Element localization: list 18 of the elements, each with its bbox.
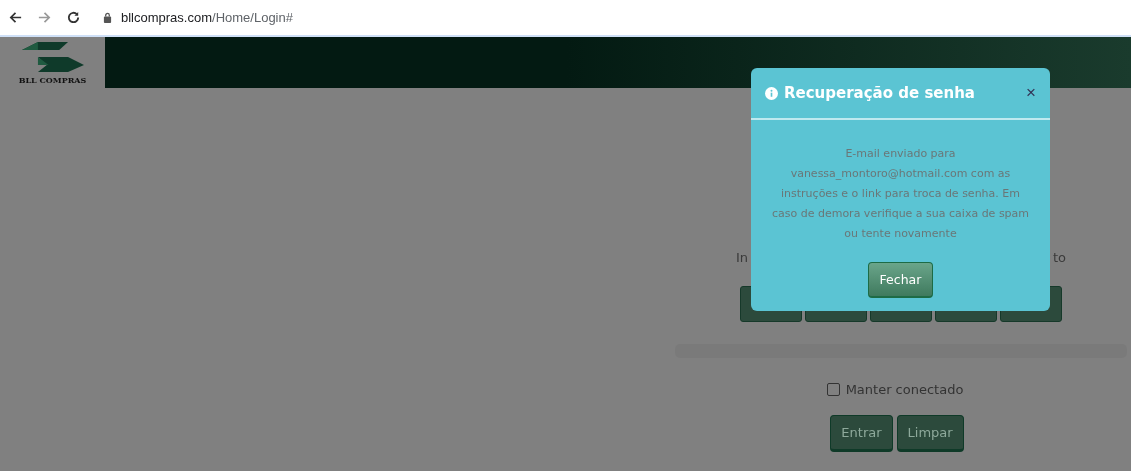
back-arrow-icon[interactable] bbox=[8, 10, 23, 25]
url-text: bllcompras.com/Home/Login# bbox=[121, 10, 293, 25]
logo-arrows-icon bbox=[21, 41, 84, 73]
close-button[interactable]: × bbox=[1026, 83, 1036, 103]
modal-message: E-mail enviado para vanessa_montoro@hotmail.com com as instruções e o link para troca de senha. Em caso de demora verifique a sua caixa de spam ou tente novamente bbox=[770, 146, 1031, 242]
login-button[interactable]: Entrar bbox=[830, 415, 893, 452]
checkbox-label: Manter conectado bbox=[845, 382, 964, 397]
label-fragment: to bbox=[1052, 250, 1066, 265]
login-button[interactable]: Limpar bbox=[896, 415, 964, 452]
lock-icon bbox=[103, 12, 112, 23]
reload-icon[interactable] bbox=[66, 10, 81, 25]
forward-arrow-icon[interactable] bbox=[37, 10, 52, 25]
modal-title: Recuperação de senha bbox=[784, 84, 976, 102]
info-icon bbox=[765, 86, 778, 100]
checkbox[interactable] bbox=[826, 383, 840, 396]
label-fragment: In bbox=[736, 250, 749, 265]
logo-text: BLL COMPRAS bbox=[18, 75, 87, 85]
close-dialog-button[interactable]: Fechar bbox=[867, 262, 934, 298]
